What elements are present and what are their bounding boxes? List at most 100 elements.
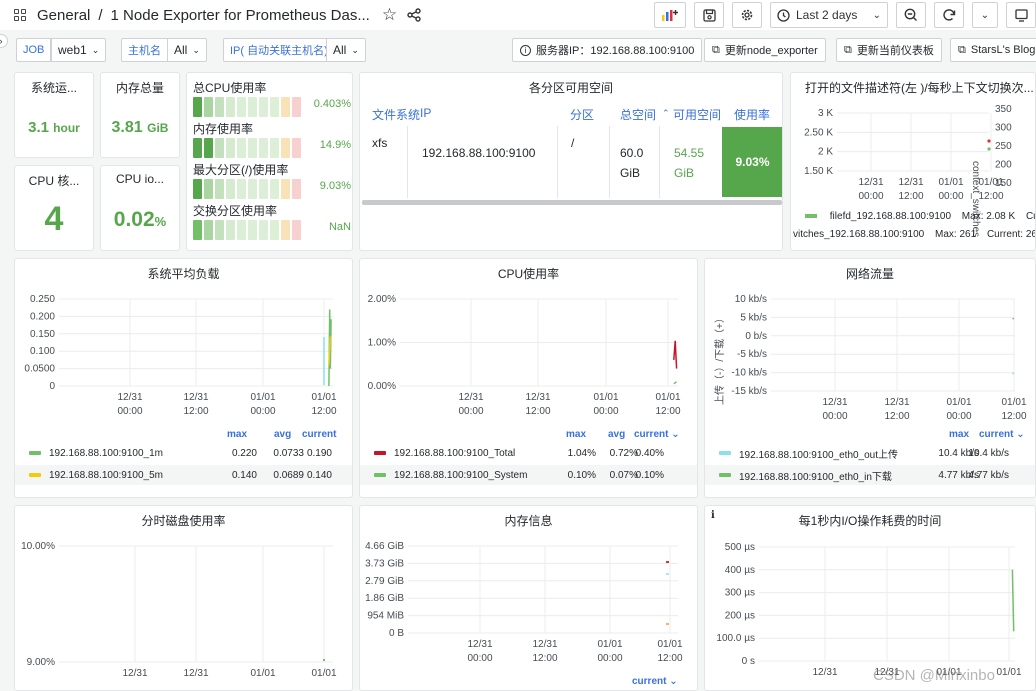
gauge-segment xyxy=(193,138,202,158)
gauge-segment xyxy=(292,97,301,117)
zoom-out-button[interactable] xyxy=(896,2,926,28)
legend-column-header[interactable]: avg xyxy=(274,429,291,440)
y-tick-label: 0.200 xyxy=(30,311,55,322)
legend-column-header[interactable]: current ⌄ xyxy=(634,429,680,440)
fd-legend-row-1[interactable]: filefd_192.168.88.100:9100 Max: 2.08 K C… xyxy=(805,211,1035,222)
disk-space-table-panel[interactable]: 各分区可用空间 文件系统 IP 分区 总空间 ⌃ 可用空间 使用率 xfs 19… xyxy=(359,72,783,251)
chevron-down-icon: ⌄ xyxy=(192,44,200,55)
y-tick-label: 100.0 µs xyxy=(716,633,755,644)
cpu-iowait-panel[interactable]: CPU io... 0.02% xyxy=(100,165,180,251)
legend-swatch xyxy=(29,473,41,477)
panel-title: 各分区可用空间 xyxy=(528,81,613,95)
table-row[interactable]: xfs 192.168.88.100:9100 / 60.0 GiB 54.55… xyxy=(360,126,782,198)
disk-usage-time-panel[interactable]: 分时磁盘使用率 10.00% 9.00% 12/31 12/31 01/01 01/01 xyxy=(14,505,353,691)
fd-legend-row-2[interactable]: vitches_192.168.88.100:9100 Max: 261 Cur… xyxy=(793,229,1035,240)
col-filesystem[interactable]: 文件系统 xyxy=(372,106,420,123)
breadcrumb-folder[interactable]: General xyxy=(37,7,90,24)
variables-bar: › JOB web1 ⌄ 主机名 All ⌄ IP( 自动关联主机名) All … xyxy=(0,34,1036,64)
legend-max-value: 0.220 xyxy=(231,448,257,459)
add-panel-icon xyxy=(662,10,678,21)
server-ip-link[interactable]: i 服务器IP：192.168.88.100:9100 xyxy=(512,38,703,62)
update-exporter-link[interactable]: ⧉ 更新node_exporter xyxy=(704,38,826,62)
memory-total-value: 3.81 GiB xyxy=(101,119,179,137)
x-tick-label: 01/01 xyxy=(938,177,963,188)
x-tick-label: 01/01 xyxy=(655,392,680,403)
dashboard-title[interactable]: 1 Node Exporter for Prometheus Das... xyxy=(111,7,370,24)
host-variable-select[interactable]: All ⌄ xyxy=(167,38,207,62)
io-time-panel[interactable]: i 每1秒内I/O操作耗费的时间 500 µs 400 µs 300 µs 200 µ… xyxy=(704,505,1036,691)
cpu-usage-panel[interactable]: CPU使用率 2.00% 1.00% 0.00% 12/31 00:00 12/31 12:… xyxy=(359,258,698,498)
gauge-label: 内存使用率 xyxy=(193,122,254,136)
collapse-arrow-icon[interactable]: › xyxy=(0,34,8,48)
legend-column-header[interactable]: current xyxy=(302,429,336,440)
share-icon[interactable] xyxy=(407,8,421,22)
col-ip[interactable]: IP xyxy=(420,106,431,120)
server-ip-label: 服务器IP：192.168.88.100:9100 xyxy=(536,45,695,57)
cpu-cores-panel[interactable]: CPU 核... 4 xyxy=(14,165,94,251)
memory-total-panel[interactable]: 内存总量 3.81 GiB xyxy=(100,72,180,158)
col-available[interactable]: 可用空间 xyxy=(673,106,721,123)
legend-series-name: 192.168.88.100:9100_eth0_in下载 xyxy=(739,471,892,483)
gauge-segment xyxy=(281,97,290,117)
x-tick-label: 12/31 xyxy=(458,392,483,403)
legend-column-header[interactable]: current ⌄ xyxy=(979,429,1025,440)
gauge-segment xyxy=(215,138,224,158)
col-usage[interactable]: 使用率 xyxy=(734,106,770,123)
job-variable-select[interactable]: web1 ⌄ xyxy=(51,38,107,62)
settings-button[interactable] xyxy=(732,2,762,28)
add-panel-button[interactable] xyxy=(654,2,686,28)
memory-total-number: 3.81 xyxy=(111,119,143,136)
legend-column-header[interactable]: max xyxy=(227,429,247,440)
uptime-panel[interactable]: 系统运... 3.1 hour xyxy=(14,72,94,158)
cell-mount: / xyxy=(571,136,575,150)
legend-current-value: 0.140 xyxy=(306,470,332,481)
memory-legend-current[interactable]: current ⌄ xyxy=(632,676,678,687)
chevron-down-icon: ⌄ xyxy=(872,9,881,21)
legend-row[interactable]: 192.168.88.100:9100_Total 1.04% 0.72% 0.40% xyxy=(360,443,697,463)
x-tick-label: 12:00 xyxy=(183,406,208,417)
legend-row[interactable]: 192.168.88.100:9100_5m 0.140 0.0689 0.140 xyxy=(15,465,352,485)
legend-row[interactable]: 192.168.88.100:9100_eth0_in下载 4.77 kb/s 4.… xyxy=(705,465,1035,485)
x-tick-label: 12:00 xyxy=(311,406,336,417)
legend-row[interactable]: 192.168.88.100:9100_System 0.10% 0.07% 0.10… xyxy=(360,465,697,485)
gauge-segment xyxy=(248,138,257,158)
legend-row[interactable]: 192.168.88.100:9100_1m 0.220 0.0733 0.190 xyxy=(15,443,352,463)
legend-current: Current xyxy=(1025,211,1035,222)
legend-column-header[interactable]: max xyxy=(566,429,586,440)
panel-title: 系统运... xyxy=(30,81,77,95)
x-tick-label: 12/31 xyxy=(117,392,142,403)
gauge-segment xyxy=(226,179,235,199)
star-icon[interactable]: ☆ xyxy=(382,5,397,25)
gauge-segment xyxy=(270,179,279,199)
system-load-panel[interactable]: 系统平均负载 0.250 0.200 0.150 0.100 0.0500 0 12/31 0… xyxy=(14,258,353,498)
tv-mode-button[interactable] xyxy=(1006,2,1036,28)
network-traffic-panel[interactable]: 网络流量 上传（-）/下载（+） 10 kb/s 5 kb/s 0 b/s -5 kb… xyxy=(704,258,1036,498)
cpu-legend: max avg current ⌄ 192.168.88.100:9100_Total… xyxy=(360,427,697,497)
table-scrollbar[interactable] xyxy=(362,200,782,205)
memory-info-panel[interactable]: 内存信息 4.66 GiB 3.73 GiB 2.79 GiB 1.86 GiB 954… xyxy=(359,505,698,691)
cpu-iowait-value: 0.02% xyxy=(101,208,179,232)
y-tick-label: 4.66 GiB xyxy=(365,541,404,552)
blog-link[interactable]: ⧉ StarsL's Blog xyxy=(950,38,1036,62)
refresh-button[interactable] xyxy=(934,2,964,28)
legend-column-header[interactable]: avg xyxy=(608,429,625,440)
x-tick-label: 00:00 xyxy=(250,406,275,417)
usage-gauges-panel[interactable]: 总CPU使用率 0.403% 内存使用率 14.9% 最大分区(/)使用率 9.03% 交换… xyxy=(186,72,353,251)
gauge-segment xyxy=(248,220,257,240)
time-range-picker[interactable]: Last 2 days ⌄ xyxy=(770,2,888,28)
col-total[interactable]: 总空间 xyxy=(620,106,656,123)
panel-title: CPU io... xyxy=(115,172,164,186)
ip-variable-select[interactable]: All ⌄ xyxy=(326,38,366,62)
save-dashboard-button[interactable] xyxy=(694,2,724,28)
legend-swatch xyxy=(719,451,731,455)
y-tick-label: 200 µs xyxy=(725,610,755,621)
dashboards-grid-icon[interactable] xyxy=(14,8,27,22)
y-tick-label: 0.150 xyxy=(30,329,55,340)
legend-column-header[interactable]: max xyxy=(949,429,969,440)
legend-row[interactable]: 192.168.88.100:9100_eth0_out上传 10.4 kb/s 1… xyxy=(705,443,1035,463)
update-dashboard-link[interactable]: ⧉ 更新当前仪表板 xyxy=(836,38,942,62)
file-descriptors-panel[interactable]: 打开的文件描述符(左 )/每秒上下文切换次... 3 K 2.50 K 2 K 1.5… xyxy=(790,72,1036,251)
col-mount[interactable]: 分区 xyxy=(570,106,594,123)
gauge-segment xyxy=(237,97,246,117)
refresh-interval-dropdown[interactable]: ⌄ xyxy=(972,2,998,28)
